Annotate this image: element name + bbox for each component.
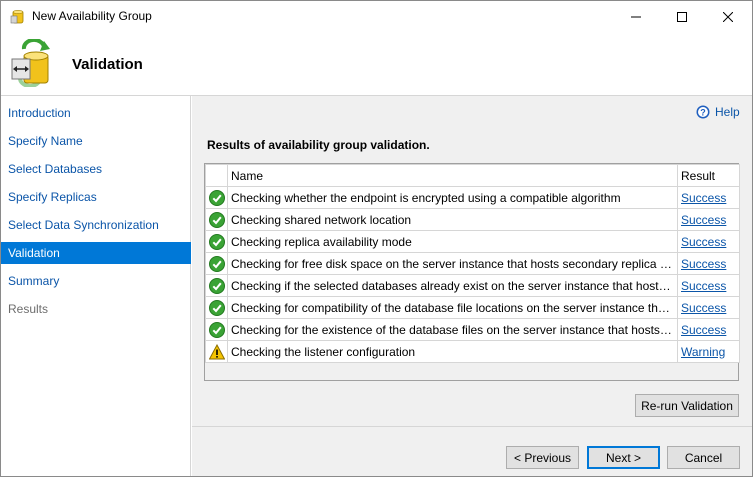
check-name: Checking for compatibility of the databa… <box>227 296 678 319</box>
wizard-sidebar: Introduction Specify Name Select Databas… <box>1 96 191 476</box>
page-title: Validation <box>72 56 143 73</box>
sidebar-item-select-data-synchronization[interactable]: Select Data Synchronization <box>1 214 191 236</box>
rerun-validation-button[interactable]: Re-run Validation <box>635 394 739 417</box>
sidebar-item-results: Results <box>8 302 49 316</box>
success-check-icon <box>205 186 228 209</box>
page-header: Validation <box>1 32 752 95</box>
maximize-icon <box>677 11 687 22</box>
dialog-window: New Availability Group Validation Introd… <box>0 0 753 477</box>
table-row[interactable]: Checking shared network location Success <box>205 208 740 231</box>
result-cell: Success <box>677 318 740 341</box>
window-title: New Availability Group <box>32 9 152 23</box>
check-name: Checking replica availability mode <box>227 230 678 253</box>
table-row[interactable]: Checking for the existence of the databa… <box>205 318 740 341</box>
result-link[interactable]: Success <box>681 279 726 293</box>
table-row[interactable]: Checking for free disk space on the serv… <box>205 252 740 275</box>
minimize-button[interactable] <box>613 1 659 32</box>
success-check-icon <box>205 252 228 275</box>
check-name: Checking for free disk space on the serv… <box>227 252 678 275</box>
check-name: Checking the listener configuration <box>227 340 678 363</box>
minimize-icon <box>631 16 641 17</box>
next-button[interactable]: Next > <box>587 446 660 469</box>
result-cell: Success <box>677 274 740 297</box>
result-link[interactable]: Success <box>681 323 726 337</box>
result-cell: Success <box>677 296 740 319</box>
result-cell: Success <box>677 208 740 231</box>
help-icon: ? <box>696 105 710 119</box>
result-cell: Success <box>677 252 740 275</box>
column-header-name[interactable]: Name <box>227 164 678 187</box>
table-header-row: Name Result <box>205 164 740 187</box>
sidebar-item-introduction[interactable]: Introduction <box>1 102 191 124</box>
results-heading: Results of availability group validation… <box>207 138 430 152</box>
help-link[interactable]: ? Help <box>696 105 740 119</box>
result-cell: Success <box>677 186 740 209</box>
footer-divider <box>192 426 752 427</box>
table-row[interactable]: Checking for compatibility of the databa… <box>205 296 740 319</box>
svg-text:?: ? <box>700 108 706 118</box>
result-link[interactable]: Success <box>681 257 726 271</box>
success-check-icon <box>205 230 228 253</box>
database-app-icon <box>10 9 26 25</box>
table-row[interactable]: Checking replica availability mode Succes… <box>205 230 740 253</box>
column-header-status[interactable] <box>205 164 228 187</box>
validation-results-grid[interactable]: Name Result Checking whether the endpoin… <box>204 163 740 381</box>
success-check-icon <box>205 208 228 231</box>
table-row[interactable]: Checking whether the endpoint is encrypt… <box>205 186 740 209</box>
check-name: Checking whether the endpoint is encrypt… <box>227 186 678 209</box>
help-label: Help <box>715 105 740 119</box>
result-link[interactable]: Success <box>681 301 726 315</box>
main-panel: ? Help Results of availability group val… <box>192 96 752 476</box>
title-bar[interactable]: New Availability Group <box>1 1 752 32</box>
result-link[interactable]: Warning <box>681 345 725 359</box>
sidebar-item-select-databases[interactable]: Select Databases <box>1 158 191 180</box>
success-check-icon <box>205 274 228 297</box>
result-link[interactable]: Success <box>681 235 726 249</box>
success-check-icon <box>205 296 228 319</box>
result-cell: Warning <box>677 340 740 363</box>
previous-button[interactable]: < Previous <box>506 446 579 469</box>
close-button[interactable] <box>705 1 751 32</box>
check-name: Checking if the selected databases alrea… <box>227 274 678 297</box>
sidebar-item-specify-name[interactable]: Specify Name <box>1 130 191 152</box>
result-link[interactable]: Success <box>681 191 726 205</box>
sidebar-item-summary[interactable]: Summary <box>1 270 191 292</box>
column-header-result[interactable]: Result <box>677 164 740 187</box>
sidebar-item-validation[interactable]: Validation <box>1 242 191 264</box>
table-row[interactable]: Checking if the selected databases alrea… <box>205 274 740 297</box>
close-icon <box>723 11 733 22</box>
results-table: Name Result Checking whether the endpoin… <box>205 164 740 363</box>
sidebar-item-specify-replicas[interactable]: Specify Replicas <box>1 186 191 208</box>
check-name: Checking for the existence of the databa… <box>227 318 678 341</box>
table-row[interactable]: Checking the listener configuration Warni… <box>205 340 740 363</box>
maximize-button[interactable] <box>659 1 705 32</box>
result-cell: Success <box>677 230 740 253</box>
success-check-icon <box>205 318 228 341</box>
validation-database-icon <box>10 38 52 88</box>
warning-icon <box>205 340 228 363</box>
cancel-button[interactable]: Cancel <box>667 446 740 469</box>
check-name: Checking shared network location <box>227 208 678 231</box>
result-link[interactable]: Success <box>681 213 726 227</box>
